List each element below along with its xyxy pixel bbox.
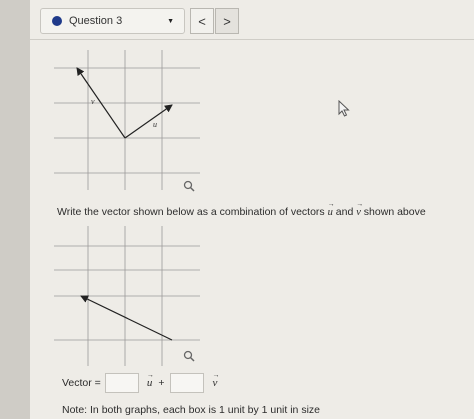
next-question-button[interactable]: >: [215, 8, 239, 34]
vector-v-symbol: v: [212, 371, 219, 389]
grid-lines: [54, 50, 200, 190]
magnifier-icon[interactable]: [183, 180, 195, 192]
vector-u-arrow: [124, 104, 173, 139]
vector-u-symbol: u: [328, 207, 333, 218]
target-vector-arrow: [80, 295, 173, 341]
graph-vectors-u-v: v u: [54, 50, 200, 190]
status-dot-icon: [52, 16, 62, 26]
vector-label: Vector =: [62, 377, 101, 389]
vector-u-label: u: [153, 120, 157, 129]
magnifier-icon[interactable]: [183, 350, 195, 362]
v-coefficient-input[interactable]: [170, 373, 205, 393]
note-text: Note: In both graphs, each box is 1 unit…: [62, 404, 320, 416]
question-label: Question 3: [69, 15, 123, 27]
plus-sign: +: [158, 377, 165, 389]
graph-target-vector: [54, 226, 200, 366]
chevron-down-icon: ▼: [167, 17, 174, 25]
answer-row: Vector = u + v: [62, 371, 221, 393]
vector-u-symbol: u: [147, 371, 153, 389]
grid-lines: [54, 226, 200, 366]
u-coefficient-input[interactable]: [104, 373, 139, 393]
vector-v-symbol: v: [356, 207, 361, 218]
mouse-pointer-icon: [338, 100, 350, 117]
left-margin: [0, 0, 30, 419]
instruction-text: Write the vector shown below as a combin…: [57, 206, 426, 218]
question-select[interactable]: Question 3 ▼: [40, 8, 185, 34]
previous-question-button[interactable]: <: [190, 8, 214, 34]
vector-v-label: v: [91, 97, 95, 106]
